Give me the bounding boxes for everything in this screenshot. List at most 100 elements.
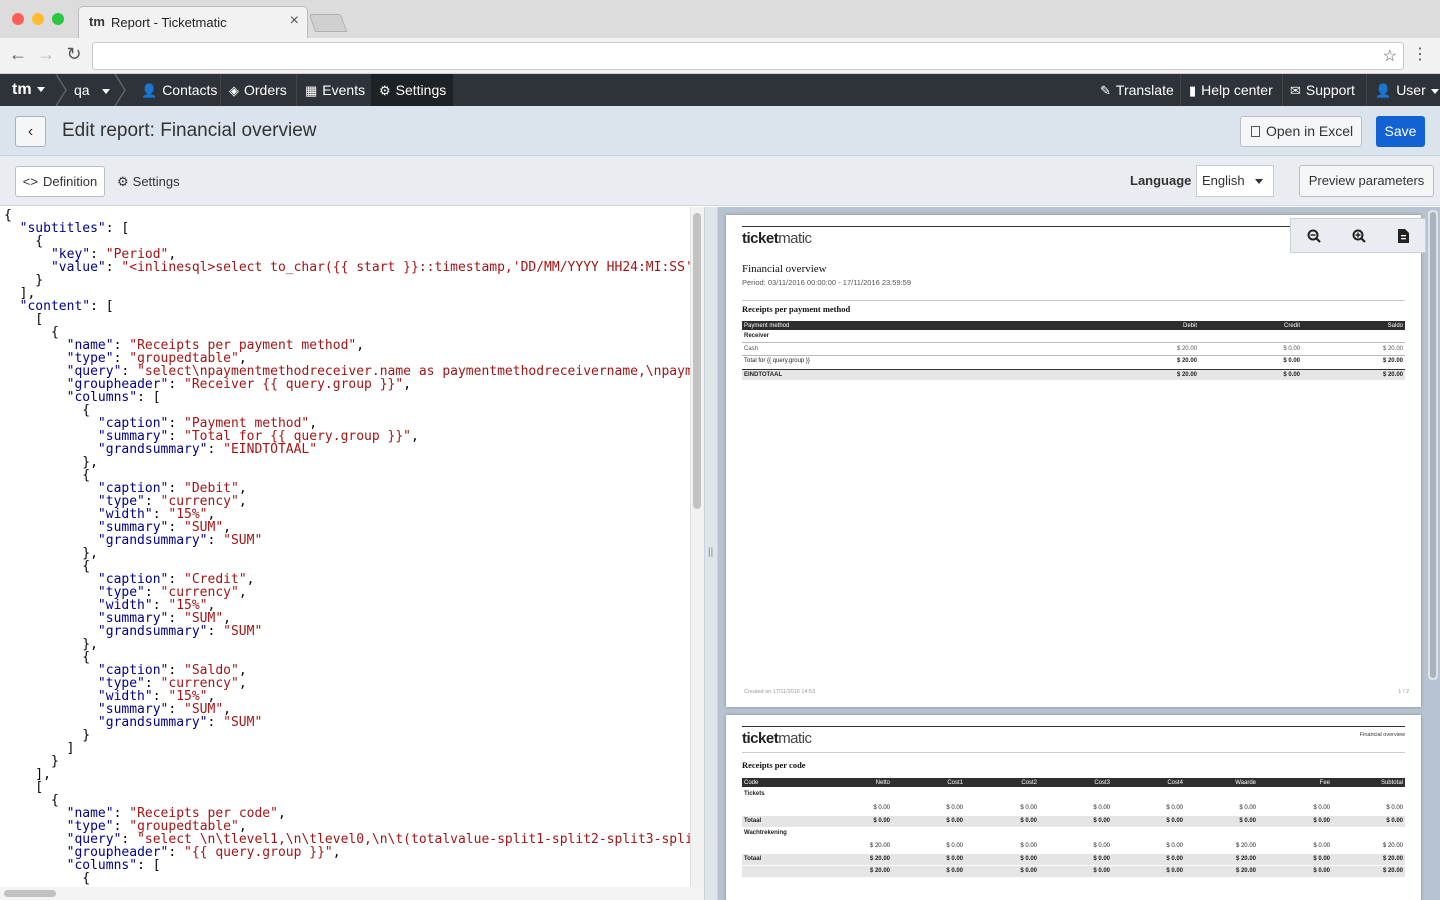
code-line[interactable]: } <box>4 729 693 742</box>
editor-toolbar: <> Definition ⚙ Settings Language English … <box>0 156 1440 206</box>
zoom-in-icon[interactable] <box>1336 219 1381 252</box>
code-line[interactable]: "columns": [ <box>4 859 693 872</box>
nav-events[interactable]: ▦ Events <box>305 74 365 106</box>
preview-parameters-button[interactable]: Preview parameters <box>1299 165 1434 197</box>
gear-icon: ⚙ <box>117 174 129 189</box>
tab-title: Report - Ticketmatic <box>111 15 227 30</box>
group-header: Receiver <box>744 333 770 339</box>
code-line[interactable]: [ <box>4 781 693 794</box>
payment-method-table: Payment method Debit Credit Saldo Receiv… <box>742 321 1405 383</box>
nav-events-label: Events <box>322 82 366 98</box>
nav-settings-label: Settings <box>395 82 447 98</box>
zoom-out-icon[interactable] <box>1291 219 1336 252</box>
preview-page-1: ticketmatic Financial overview Period: 0… <box>726 215 1421 707</box>
account-menu[interactable]: qa <box>74 74 110 106</box>
nav-translate-label: Translate <box>1115 82 1174 98</box>
nav-contacts[interactable]: 👤 Contacts <box>141 74 217 106</box>
browser-tab[interactable]: tm Report - Ticketmatic × <box>78 6 308 38</box>
page-footer-created: Created on 17/11/2016 14:53 <box>744 689 816 695</box>
maximize-window-button[interactable] <box>52 13 64 25</box>
breadcrumb-chevron-icon <box>55 74 67 106</box>
nav-user-label: User <box>1396 82 1426 98</box>
back-icon[interactable]: ← <box>8 44 28 65</box>
nav-translate[interactable]: ✎ Translate <box>1100 74 1174 106</box>
browser-toolbar: ← → ↻ ☆ ⋮ <box>0 38 1440 74</box>
open-in-excel-label: Open in Excel <box>1266 123 1354 139</box>
forward-icon[interactable]: → <box>36 44 56 65</box>
code-line[interactable]: "subtitles": [ <box>4 222 693 235</box>
pane-splitter[interactable]: || <box>704 207 718 900</box>
nav-orders[interactable]: ◈ Orders <box>229 74 287 106</box>
close-window-button[interactable] <box>12 13 24 25</box>
code-line[interactable]: "grandsummary": "EINDTOTAAL" <box>4 443 693 456</box>
nav-help-center[interactable]: ▮ Help center <box>1189 74 1273 106</box>
new-tab-button[interactable] <box>308 14 348 32</box>
brand-menu[interactable]: tm <box>12 74 45 106</box>
editor-horizontal-scrollbar[interactable] <box>0 887 704 900</box>
bookmark-star-icon[interactable]: ☆ <box>1383 46 1397 66</box>
envelope-icon: ✉ <box>1290 83 1301 98</box>
code-line[interactable]: "content": [ <box>4 300 693 313</box>
code-line[interactable]: ], <box>4 768 693 781</box>
gear-icon: ⚙ <box>379 83 391 98</box>
language-select[interactable]: English <box>1196 165 1274 197</box>
caret-down-icon <box>36 87 45 93</box>
table-row: Cash $ 20.00 $ 0.00 $ 20.00 <box>744 346 1403 352</box>
code-line[interactable]: "value": "<inlinesql>select to_char({{ s… <box>4 261 693 274</box>
tab-definition[interactable]: <> Definition <box>15 166 105 197</box>
json-code-editor[interactable]: { "subtitles": [ { "key": "Period", "val… <box>0 207 704 900</box>
table-row: Totaal $ 20.00 $ 0.00 $ 0.00 $ 0.00 $ 0.00 $ 2… <box>742 854 1405 865</box>
code-line[interactable]: } <box>4 755 693 768</box>
nav-help-label: Help center <box>1201 82 1273 98</box>
code-line[interactable]: }, <box>4 547 693 560</box>
file-excel-icon <box>1251 126 1260 137</box>
address-bar[interactable]: ☆ <box>92 42 1404 70</box>
nav-support[interactable]: ✉ Support <box>1290 74 1355 106</box>
code-line[interactable]: }, <box>4 456 693 469</box>
language-value: English <box>1202 173 1245 188</box>
preview-zoom-toolbar <box>1290 218 1426 253</box>
favicon-icon: tm <box>89 14 105 29</box>
save-button[interactable]: Save <box>1376 116 1425 147</box>
group-header: Tickets <box>744 791 765 797</box>
code-line[interactable]: "columns": [ <box>4 391 693 404</box>
code-line[interactable]: "grandsummary": "SUM" <box>4 716 693 729</box>
page-header: ‹ Edit report: Financial overview Open i… <box>0 106 1440 156</box>
ticketmatic-logo: ticketmatic <box>742 230 812 247</box>
editor-horizontal-scroll-thumb[interactable] <box>4 890 56 897</box>
app-navbar: tm qa 👤 Contacts ◈ Orders ▦ Events ⚙ Setting… <box>0 74 1440 106</box>
caret-down-icon <box>101 88 110 94</box>
nav-orders-label: Orders <box>244 82 287 98</box>
back-button[interactable]: ‹ <box>15 116 46 147</box>
editor-vertical-scroll-thumb[interactable] <box>693 213 701 509</box>
code-line[interactable]: { <box>4 872 693 885</box>
fit-page-icon[interactable] <box>1381 219 1426 252</box>
code-icon: <> <box>22 174 38 189</box>
nav-user[interactable]: 👤 User <box>1375 74 1439 106</box>
code-line[interactable]: [ <box>4 313 693 326</box>
tab-settings[interactable]: ⚙ Settings <box>117 174 180 190</box>
code-line[interactable]: }, <box>4 638 693 651</box>
code-line[interactable]: } <box>4 274 693 287</box>
table-row: $ 0.00 $ 0.00 $ 0.00 $ 0.00 $ 0.00 $ 0.00 $ 0.… <box>873 805 1403 811</box>
table-header: Payment method Debit Credit Saldo <box>742 321 1405 330</box>
code-line[interactable]: "grandsummary": "SUM" <box>4 534 693 547</box>
reload-icon[interactable]: ↻ <box>64 44 84 65</box>
minimize-window-button[interactable] <box>32 13 44 25</box>
close-tab-icon[interactable]: × <box>290 12 299 30</box>
open-in-excel-button[interactable]: Open in Excel <box>1240 116 1362 147</box>
chevron-left-icon: ‹ <box>27 123 34 140</box>
report-period: Period: 03/11/2016 00:00:00 - 17/11/2016… <box>742 278 912 287</box>
browser-menu-icon[interactable]: ⋮ <box>1412 44 1428 64</box>
ticketmatic-logo: ticketmatic <box>742 730 812 747</box>
nav-settings[interactable]: ⚙ Settings <box>371 74 453 106</box>
code-line[interactable]: "grandsummary": "SUM" <box>4 625 693 638</box>
drag-handle-icon: || <box>708 547 714 558</box>
caret-down-icon <box>1430 88 1439 94</box>
nav-support-label: Support <box>1305 82 1355 98</box>
code-content[interactable]: { "subtitles": [ { "key": "Period", "val… <box>4 209 693 885</box>
group-header: Wachtrekening <box>744 830 787 836</box>
preview-scroll-thumb[interactable] <box>1430 212 1436 678</box>
report-title: Financial overview <box>742 263 827 275</box>
code-line[interactable]: ] <box>4 742 693 755</box>
